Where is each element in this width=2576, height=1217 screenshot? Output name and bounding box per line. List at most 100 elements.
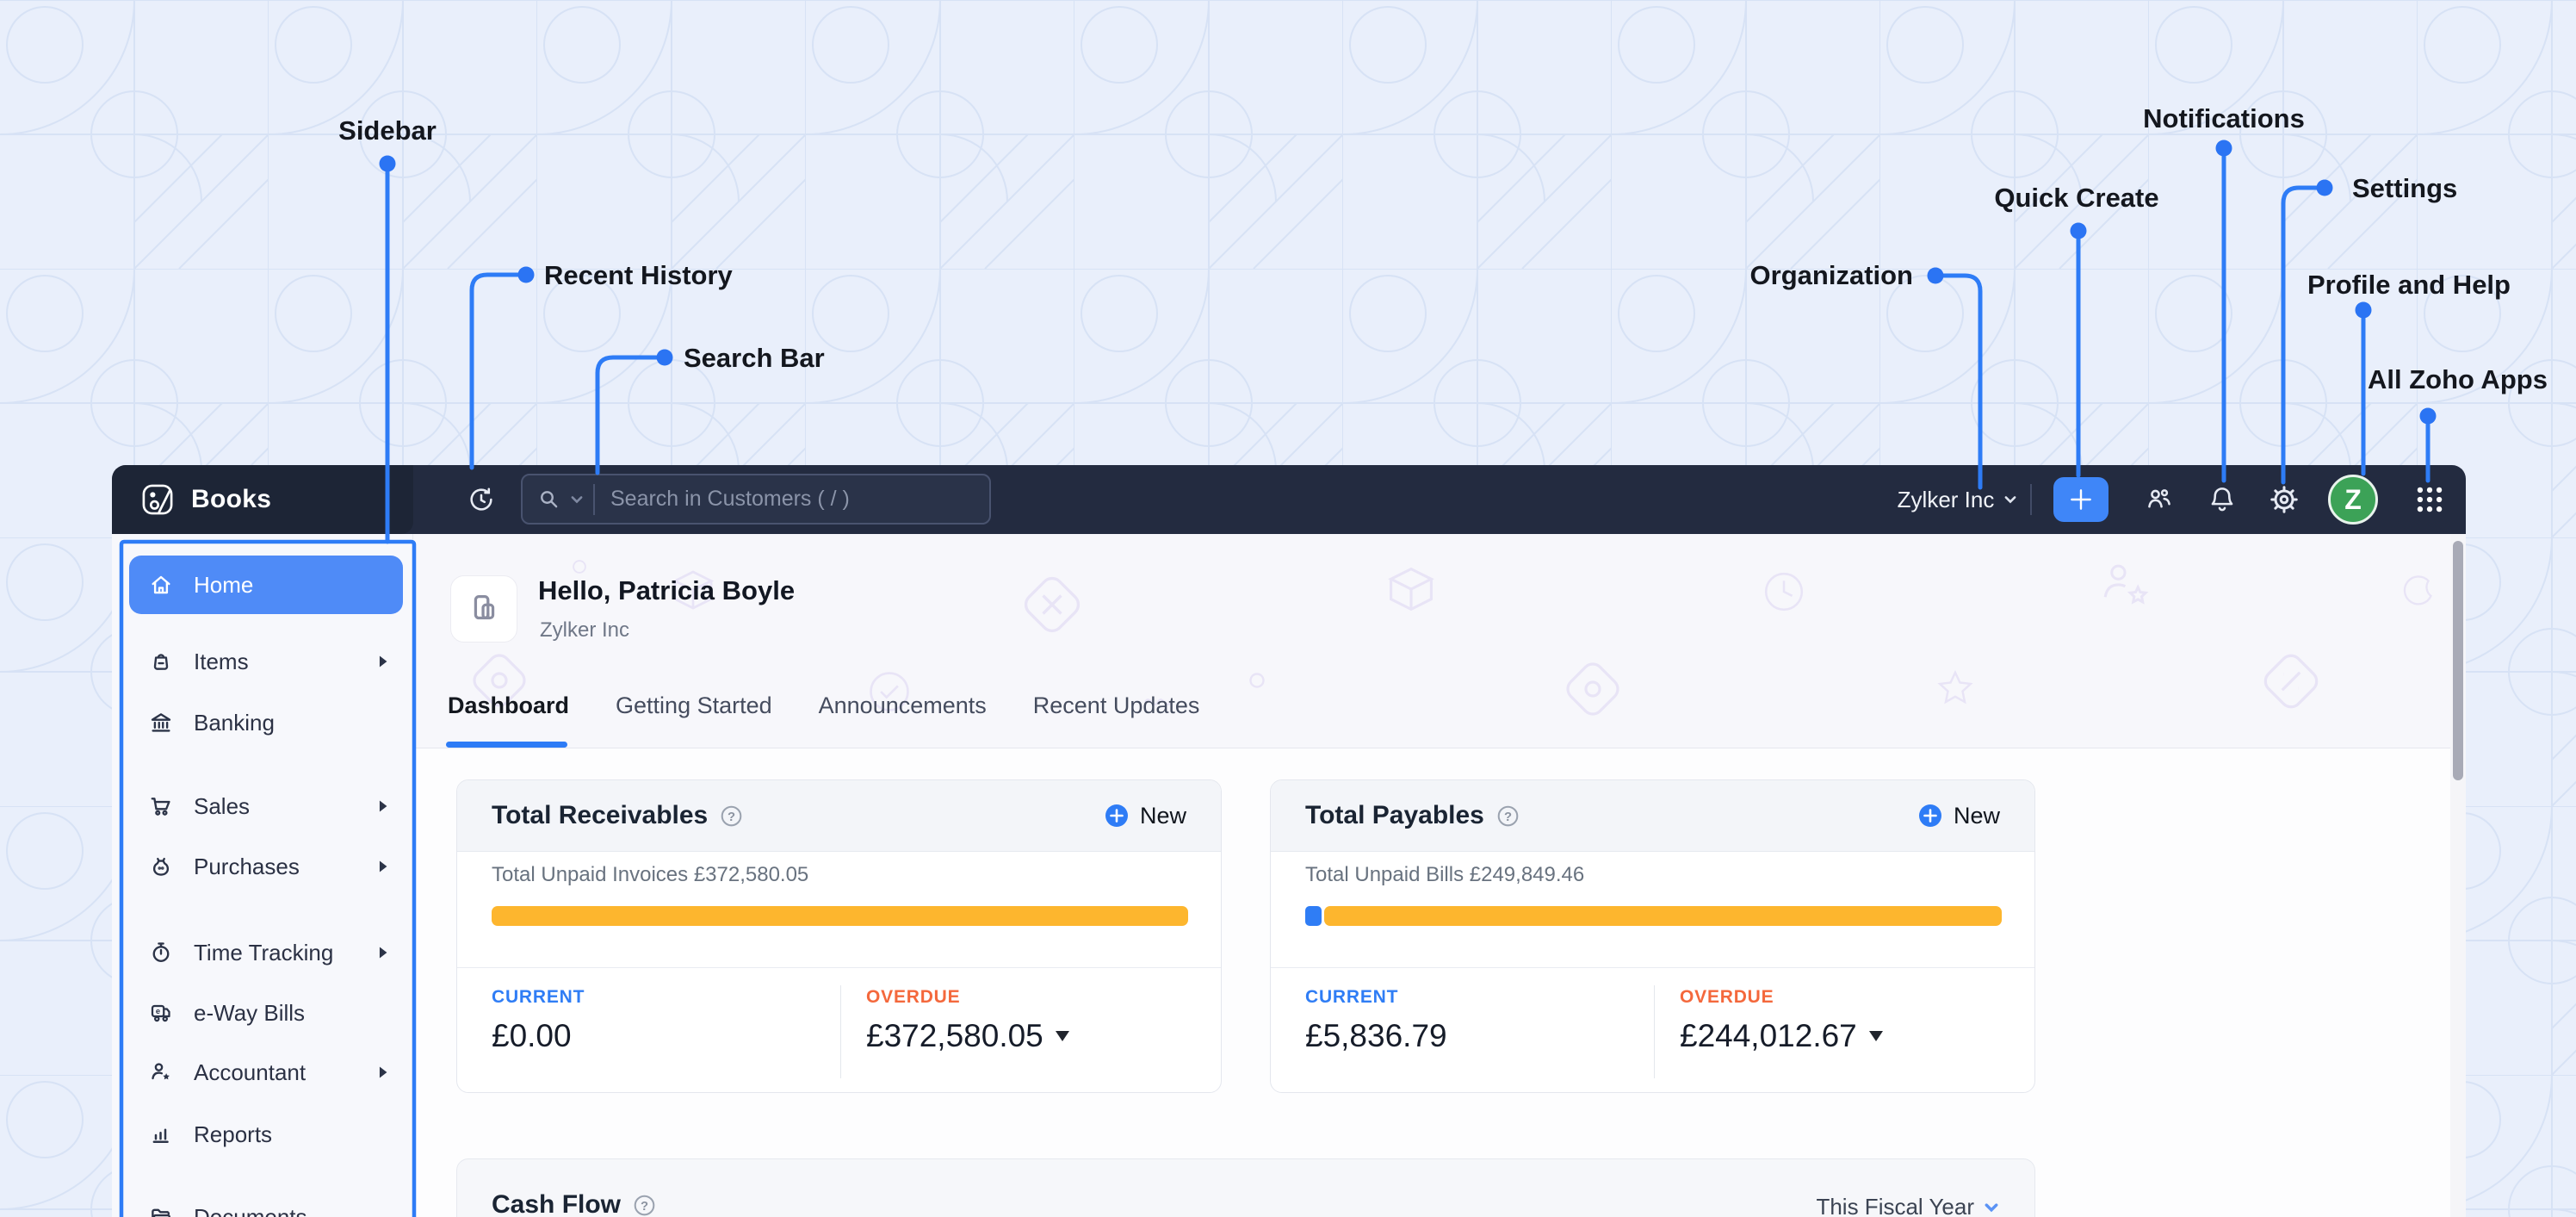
help-icon[interactable]: ? <box>720 804 743 828</box>
search-input[interactable] <box>609 486 936 512</box>
fiscal-year-dropdown[interactable]: This Fiscal Year <box>1816 1194 2000 1217</box>
sidebar-item-eway-bills[interactable]: e e-Way Bills <box>112 992 413 1034</box>
zoho-books-logo-icon <box>139 481 176 518</box>
home-icon <box>148 572 174 598</box>
sidebar-item-home[interactable]: Home <box>129 556 403 614</box>
payables-title: Total Payables <box>1305 801 1484 829</box>
receivables-title: Total Receivables <box>492 801 709 829</box>
chevron-right-icon <box>379 800 387 812</box>
accountant-person-icon <box>148 1059 174 1085</box>
bar-chart-icon <box>148 1121 174 1147</box>
receivables-current-label: CURRENT <box>492 987 585 1007</box>
payables-card-footer: CURRENT £5,836.79 OVERDUE £244,012.67 <box>1271 967 2034 1094</box>
organization-selector[interactable]: Zylker Inc <box>1886 465 2030 534</box>
receivables-overdue-label: OVERDUE <box>866 987 961 1007</box>
cash-flow-title: Cash Flow <box>492 1190 622 1217</box>
greeting-title: Hello, Patricia Boyle <box>538 575 796 605</box>
footer-divider <box>1654 985 1655 1078</box>
sidebar-item-time-tracking[interactable]: Time Tracking <box>112 932 413 973</box>
chevron-right-icon <box>379 947 387 959</box>
payables-new-button[interactable]: New <box>1917 803 2000 829</box>
all-apps-button[interactable] <box>2402 465 2457 534</box>
tab-recent-updates[interactable]: Recent Updates <box>1031 692 1202 719</box>
svg-text:?: ? <box>641 1199 648 1213</box>
app-window: Books Zyl <box>112 465 2466 1217</box>
quick-create-button[interactable] <box>2053 477 2108 522</box>
payables-unpaid-summary: Total Unpaid Bills £249,849.46 <box>1305 863 1585 886</box>
receivables-overdue-segment <box>492 906 1188 926</box>
search-scope-chevron-icon[interactable] <box>569 492 585 507</box>
plus-circle-icon <box>1918 804 1941 827</box>
avatar-letter: Z <box>2344 483 2362 515</box>
notifications-button[interactable] <box>2196 465 2248 534</box>
active-tab-underline <box>446 742 567 748</box>
chevron-right-icon <box>379 860 387 872</box>
total-receivables-card: Total Receivables ? New Total Unpaid Inv… <box>456 779 1222 1093</box>
payables-overdue-label: OVERDUE <box>1680 987 1774 1007</box>
payables-current-amount: £5,836.79 <box>1305 1018 1447 1053</box>
organization-name: Zylker Inc <box>1897 486 1995 512</box>
tab-getting-started[interactable]: Getting Started <box>614 692 774 719</box>
cart-icon <box>148 793 174 819</box>
recent-history-button[interactable] <box>455 465 508 534</box>
svg-text:e: e <box>156 1007 160 1015</box>
payables-overdue-amount[interactable]: £244,012.67 <box>1680 1018 1883 1054</box>
sidebar-item-sales[interactable]: Sales <box>112 785 413 827</box>
help-icon[interactable]: ? <box>633 1194 656 1217</box>
apps-grid-icon <box>2417 487 2443 512</box>
tab-announcements[interactable]: Announcements <box>817 692 988 719</box>
bell-icon <box>2211 487 2233 512</box>
footer-divider <box>840 985 841 1078</box>
chevron-right-icon <box>379 1066 387 1078</box>
svg-text:?: ? <box>1504 810 1512 823</box>
topbar-divider <box>2030 484 2032 515</box>
cash-flow-card: Cash Flow ? This Fiscal Year <box>456 1158 2035 1217</box>
payables-progress-bar <box>1305 906 2002 926</box>
receivables-unpaid-summary: Total Unpaid Invoices £372,580.05 <box>492 863 809 886</box>
caret-down-icon <box>1868 1031 1883 1041</box>
search-icon <box>541 490 558 507</box>
plus-icon <box>2071 489 2091 510</box>
folder-icon <box>148 1204 174 1217</box>
scrollbar-thumb[interactable] <box>2453 541 2463 780</box>
eway-truck-icon: e <box>148 1000 174 1026</box>
main-content: Hello, Patricia Boyle Zylker Inc Dashboa… <box>413 534 2466 1217</box>
chevron-right-icon <box>379 655 387 667</box>
receivables-card-footer: CURRENT £0.00 OVERDUE £372,580.05 <box>457 967 1221 1094</box>
sidebar-item-purchases[interactable]: Purchases <box>112 846 413 887</box>
payables-overdue-segment <box>1323 906 2002 926</box>
app-logo-block: Books <box>112 465 413 534</box>
users-icon <box>2148 489 2170 508</box>
profile-avatar[interactable]: Z <box>2328 475 2378 525</box>
pouch-icon <box>148 854 174 879</box>
bank-icon <box>148 710 174 736</box>
users-button[interactable] <box>2133 465 2185 534</box>
sidebar-item-accountant[interactable]: Accountant <box>112 1052 413 1093</box>
help-icon[interactable]: ? <box>1496 804 1520 828</box>
gear-icon <box>2270 486 2298 513</box>
search-divider <box>593 483 595 515</box>
payables-card-header: Total Payables ? New <box>1271 780 2034 852</box>
top-navigation-bar: Books Zyl <box>112 465 2466 534</box>
greeting-org-name: Zylker Inc <box>540 618 630 642</box>
sidebar-item-items[interactable]: Items <box>112 641 413 682</box>
receivables-card-header: Total Receivables ? New <box>457 780 1221 852</box>
receivables-new-button[interactable]: New <box>1104 803 1186 829</box>
tab-dashboard[interactable]: Dashboard <box>446 692 571 719</box>
total-payables-card: Total Payables ? New Total Unpaid Bills … <box>1270 779 2035 1093</box>
sidebar-item-documents[interactable]: Documents <box>112 1196 413 1217</box>
screenshot-root: Books Zyl <box>0 0 2576 1217</box>
search-bar[interactable] <box>521 474 991 525</box>
receivables-overdue-amount[interactable]: £372,580.05 <box>866 1018 1069 1054</box>
chevron-down-icon <box>1985 1202 1998 1212</box>
sidebar-item-banking[interactable]: Banking <box>112 702 413 743</box>
history-clock-icon <box>470 487 492 511</box>
plus-circle-icon <box>1105 804 1128 827</box>
payables-current-segment <box>1305 906 1322 926</box>
settings-button[interactable] <box>2258 465 2310 534</box>
dashboard-tabs: Dashboard Getting Started Announcements … <box>446 692 1201 719</box>
sidebar-item-reports[interactable]: Reports <box>112 1114 413 1155</box>
app-name: Books <box>191 485 272 513</box>
sidebar: Home Items Banking Sales Purchases Time … <box>112 534 413 1217</box>
timer-icon <box>148 940 174 966</box>
